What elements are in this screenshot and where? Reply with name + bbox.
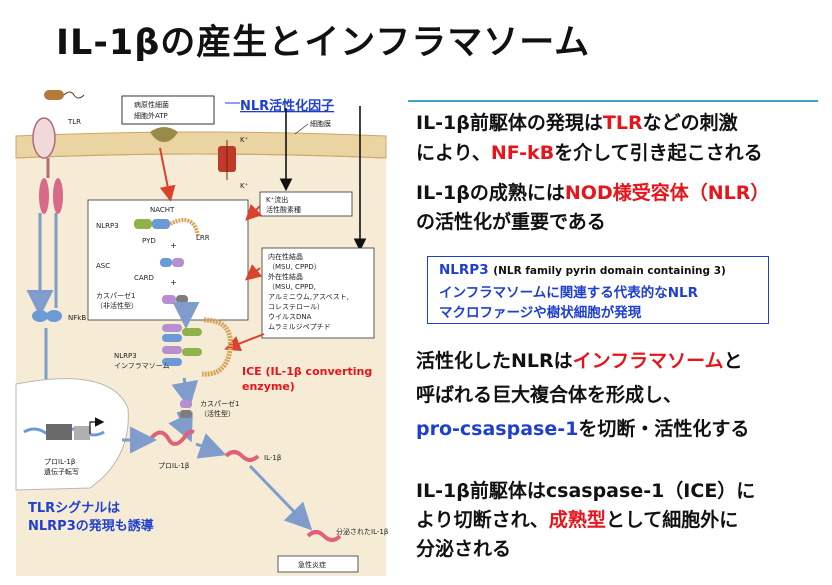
k-plus-label-2: K⁺ — [240, 182, 249, 190]
membrane-label: 細胞膜 — [310, 119, 331, 128]
crystal-line-7: ムラミルジペプチド — [268, 323, 331, 331]
bullet-2-line-2: の活性化が重要である — [416, 211, 606, 233]
secreted-label: 分泌されたIL-1β — [336, 527, 388, 536]
asc-label: ASC — [96, 262, 110, 270]
k-efflux-label-1: K⁺流出 — [266, 195, 288, 204]
crystal-line-3: （MSU, CPPD, — [268, 283, 316, 291]
crystal-line-6: ウイルスDNA — [268, 313, 312, 321]
nlr-activator-label: NLR活性化因子 — [240, 98, 334, 114]
nacht-label: NACHT — [150, 206, 175, 214]
crystal-line-0: 内在性結晶 — [268, 252, 303, 261]
slide-title: IL-1βの産生とインフラマソーム — [56, 23, 591, 63]
bullet-3-line-2: 呼ばれる巨大複合体を形成し、 — [416, 384, 683, 406]
k-plus-label: K⁺ — [240, 136, 249, 144]
nlrp3-desc-1: インフラマソームに関連する代表的なNLR — [439, 285, 698, 301]
pyd-label: PYD — [142, 237, 156, 245]
gene-label-1: プロIL-1β — [44, 458, 75, 466]
bullet-4-line-1: IL-1β前駆体はcsaspase-1（ICE）に — [416, 480, 756, 502]
nlrp3-label: NLRP3 — [96, 222, 119, 230]
card-label: CARD — [134, 274, 154, 282]
inflammasome-label-2: インフラマソーム — [114, 362, 170, 370]
inflammasome-label-1: NLRP3 — [114, 352, 137, 360]
casp-active-label-1: カスパーゼ1 — [200, 399, 239, 408]
bullet-3-line-1: 活性化したNLRはインフラマソームと — [416, 350, 743, 372]
nlrp3-info-box: NLRP3 (NLR family pyrin domain containin… — [427, 256, 769, 324]
title-divider — [408, 100, 818, 102]
bullet-4-line-3: 分泌される — [416, 538, 512, 560]
inflammation-label: 急性炎症 — [298, 560, 326, 569]
lrr-label: LRR — [196, 234, 210, 242]
crystal-line-1: （MSU, CPPD） — [268, 263, 321, 271]
gene-label-2: 遺伝子転写 — [44, 467, 79, 476]
pro-il1b-label: プロIL-1β — [158, 462, 189, 470]
svg-text:+: + — [170, 241, 177, 250]
nlrp3-desc-2: マクロファージや樹状細胞が発現 — [439, 305, 642, 321]
bullet-1-line-1: IL-1β前駆体の発現はTLRなどの刺激 — [416, 112, 738, 134]
il1b-label: IL-1β — [264, 454, 281, 462]
tlr-signal-label-2: NLRP3の発現も誘導 — [28, 518, 154, 534]
bacterium-icon — [44, 90, 85, 100]
nfkb-label: NFkB — [68, 314, 86, 322]
crystal-line-2: 外在性結晶 — [268, 272, 303, 281]
casp1-label-2: （非活性型） — [96, 301, 138, 310]
pathogen-label-2: 細胞外ATP — [134, 111, 168, 120]
casp1-label-1: カスパーゼ1 — [96, 291, 135, 300]
nlrp3-title: NLRP3 (NLR family pyrin domain containin… — [439, 262, 726, 278]
crystal-line-4: アルミニウム,アスベスト, — [268, 293, 349, 301]
k-efflux-label-2: 活性酸素種 — [266, 205, 301, 214]
tlr-label: TLR — [67, 118, 81, 126]
svg-text:+: + — [170, 278, 177, 287]
casp-active-label-2: （活性型） — [200, 409, 235, 418]
pathogen-label-1: 病原性細菌 — [134, 100, 169, 109]
bullet-3-line-3: pro-csaspase-1を切断・活性化する — [416, 418, 750, 440]
ice-label-2: enzyme) — [242, 380, 295, 393]
tlr-signal-label-1: TLRシグナルは — [28, 500, 120, 516]
inflammasome-diagram: TLR 病原性細菌 細胞外ATP NLR活性化因子 細胞膜 K⁺ K⁺ K⁺流出… — [15, 90, 388, 576]
bullet-2-line-1: IL-1βの成熟にはNOD様受容体（NLR） — [416, 182, 770, 204]
bullet-4-line-2: より切断され、成熟型として細胞外に — [416, 509, 739, 531]
bullet-1-line-2: により、NF-kBを介して引き起こされる — [416, 142, 763, 164]
crystal-line-5: コレステロール） — [268, 303, 324, 311]
ice-label-1: ICE (IL-1β converting — [242, 365, 372, 378]
